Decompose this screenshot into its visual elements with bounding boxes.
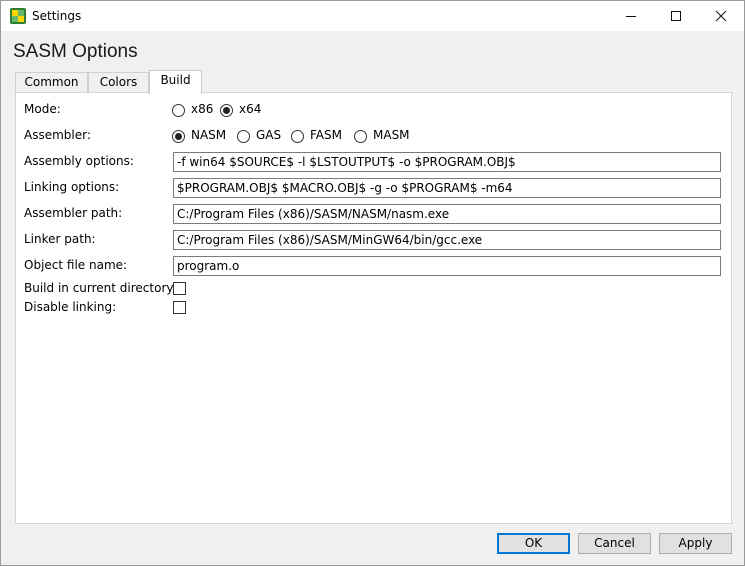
tab-common[interactable]: Common xyxy=(15,72,88,93)
minimize-button[interactable] xyxy=(608,1,654,31)
assembler-masm-label: MASM xyxy=(373,128,410,142)
assembler-nasm-radio[interactable] xyxy=(172,130,185,143)
assembler-gas-radio[interactable] xyxy=(237,130,250,143)
tab-build[interactable]: Build xyxy=(149,70,202,94)
linker-path-label: Linker path: xyxy=(24,232,96,246)
ok-button[interactable]: OK xyxy=(497,533,570,554)
mode-x64-label: x64 xyxy=(239,102,262,116)
close-icon xyxy=(715,10,727,22)
assembler-fasm-radio[interactable] xyxy=(291,130,304,143)
maximize-button[interactable] xyxy=(653,1,699,31)
minimize-icon xyxy=(626,16,636,17)
build-in-current-dir-checkbox[interactable] xyxy=(173,282,186,295)
cancel-button[interactable]: Cancel xyxy=(578,533,651,554)
sasm-app-icon xyxy=(10,8,26,24)
assembler-path-input[interactable]: C:/Program Files (x86)/SASM/NASM/nasm.ex… xyxy=(173,204,721,224)
window-title: Settings xyxy=(32,9,82,23)
build-panel: Mode: x86 x64 Assembler: NASM GAS FASM M… xyxy=(15,92,732,524)
mode-label: Mode: xyxy=(24,102,61,116)
assembler-gas-label: GAS xyxy=(256,128,282,142)
title-bar[interactable]: Settings xyxy=(1,1,744,31)
linker-path-input[interactable]: C:/Program Files (x86)/SASM/MinGW64/bin/… xyxy=(173,230,721,250)
object-file-name-label: Object file name: xyxy=(24,258,128,272)
mode-x86-label: x86 xyxy=(191,102,214,116)
linking-options-input[interactable]: $PROGRAM.OBJ$ $MACRO.OBJ$ -g -o $PROGRAM… xyxy=(173,178,721,198)
disable-linking-label: Disable linking: xyxy=(24,300,117,314)
linking-options-label: Linking options: xyxy=(24,180,120,194)
assembler-fasm-label: FASM xyxy=(310,128,342,142)
assembly-options-label: Assembly options: xyxy=(24,154,134,168)
assembler-masm-radio[interactable] xyxy=(354,130,367,143)
assembler-path-label: Assembler path: xyxy=(24,206,123,220)
mode-x64-radio[interactable] xyxy=(220,104,233,117)
assembler-label: Assembler: xyxy=(24,128,91,142)
mode-x86-radio[interactable] xyxy=(172,104,185,117)
tab-colors[interactable]: Colors xyxy=(88,72,149,93)
object-file-name-input[interactable]: program.o xyxy=(173,256,721,276)
assembler-nasm-label: NASM xyxy=(191,128,227,142)
apply-button[interactable]: Apply xyxy=(659,533,732,554)
settings-window: Settings SASM Options Common Colors Buil… xyxy=(0,0,745,566)
maximize-icon xyxy=(671,11,681,21)
close-button[interactable] xyxy=(698,1,744,31)
build-in-current-dir-label: Build in current directory: xyxy=(24,281,177,295)
assembly-options-input[interactable]: -f win64 $SOURCE$ -l $LSTOUTPUT$ -o $PRO… xyxy=(173,152,721,172)
page-title: SASM Options xyxy=(13,41,138,62)
disable-linking-checkbox[interactable] xyxy=(173,301,186,314)
